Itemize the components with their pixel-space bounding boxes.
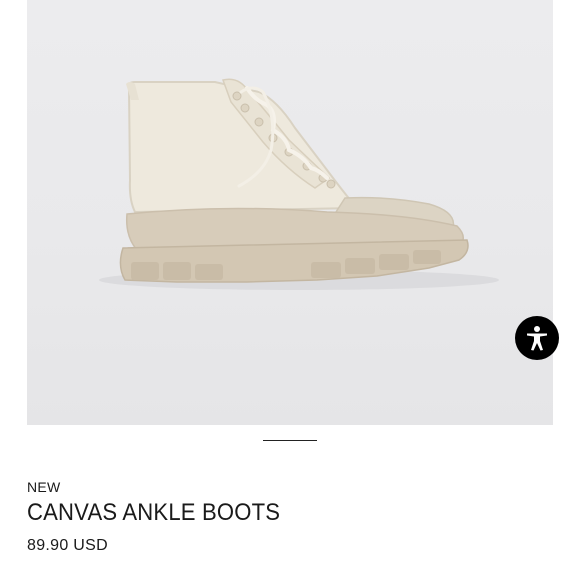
product-title: CANVAS ANKLE BOOTS <box>27 499 281 526</box>
carousel-indicator[interactable] <box>263 440 317 441</box>
new-badge: NEW <box>27 479 61 495</box>
product-image[interactable] <box>27 0 553 425</box>
accessibility-person-icon <box>527 326 547 351</box>
canvas-ankle-boot-illustration <box>99 78 499 290</box>
product-price: 89.90 USD <box>27 537 108 554</box>
accessibility-button[interactable] <box>515 316 559 360</box>
